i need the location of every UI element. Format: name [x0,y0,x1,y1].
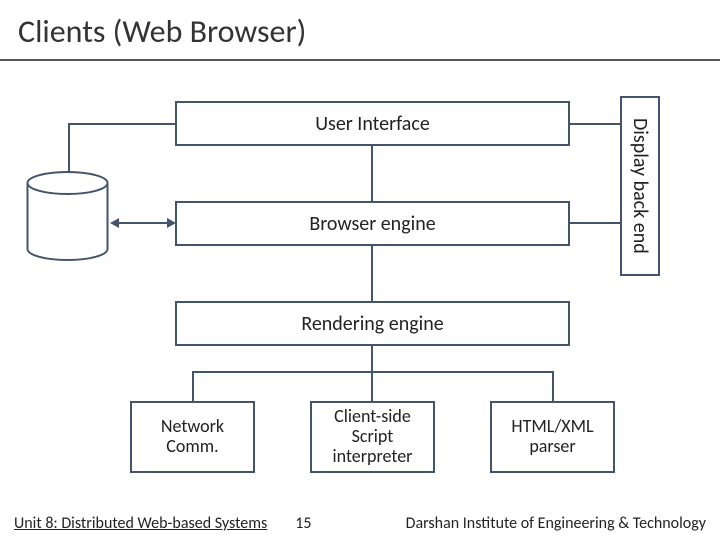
label-rendering-engine: Rendering engine [301,313,443,335]
label-network-comm: Network Comm. [161,417,224,457]
box-rendering-engine: Rendering engine [175,301,570,346]
box-display-backend: Display back end [620,96,660,276]
arrow-cyl-be-right [167,218,176,228]
box-network-comm: Network Comm. [130,401,255,473]
conn-re-hx [552,371,554,401]
conn-be-re [371,246,373,301]
footer-institute: Darshan Institute of Engineering & Techn… [406,514,706,533]
label-display-backend: Display back end [628,118,652,254]
label-browser-engine: Browser engine [309,213,435,235]
conn-be-dbe [570,222,620,224]
footer-page-number: 15 [295,514,311,533]
box-client-script: Client-side Script interpreter [310,401,435,473]
conn-ui-dbe [570,123,620,125]
conn-re-cs [371,371,373,401]
label-client-script: Client-side Script interpreter [333,407,413,466]
box-browser-engine: Browser engine [175,201,570,246]
slide-footer: Unit 8: Distributed Web-based Systems 15… [0,506,720,540]
footer-unit: Unit 8: Distributed Web-based Systems [14,514,267,533]
storage-cylinder-icon [25,171,110,261]
slide-title: Clients (Web Browser) [0,0,720,59]
conn-re-down [371,346,373,371]
box-user-interface: User Interface [175,101,570,146]
conn-cyl-ui-h [68,123,175,125]
arrow-cyl-be-left [110,218,119,228]
box-html-xml-parser: HTML/XML parser [490,401,615,473]
conn-cyl-be [118,222,168,224]
conn-re-net [192,371,194,401]
architecture-diagram: User Interface Browser engine Rendering … [0,61,720,481]
conn-ui-be [371,146,373,201]
label-html-xml-parser: HTML/XML parser [511,417,593,457]
conn-cyl-ui [68,123,70,173]
label-user-interface: User Interface [315,113,430,135]
